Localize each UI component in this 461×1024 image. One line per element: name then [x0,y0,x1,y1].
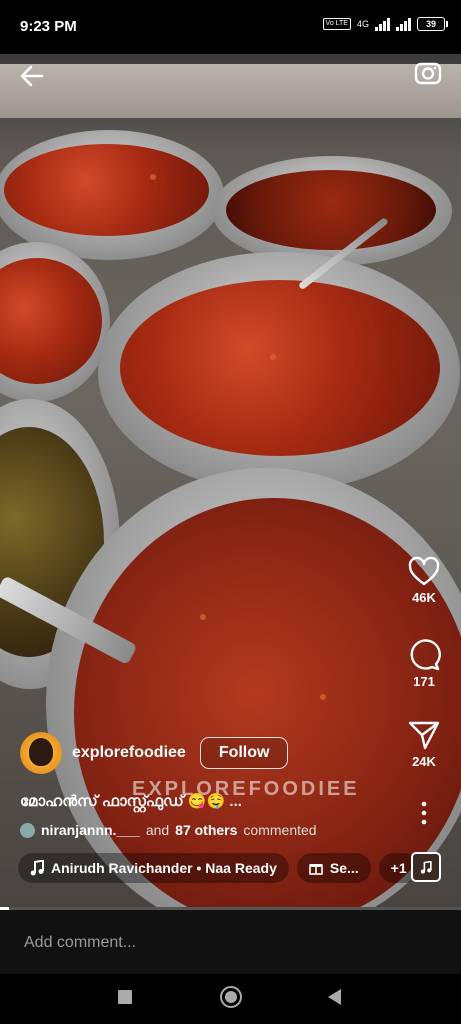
music-note-icon [30,860,44,876]
music-note-icon [420,860,432,874]
gift-chip[interactable]: Se... [296,853,371,883]
food-pot [212,156,452,266]
more-icon [421,801,427,825]
share-icon [408,721,440,750]
username[interactable]: explorefoodiee [72,744,186,762]
audio-chip[interactable]: Anirudh Ravichander • Naa Ready [18,853,289,883]
like-action[interactable]: 46K [399,556,449,605]
status-bar: 9:23 PM Vo LTE 4G 39 [0,0,461,54]
more-options-button[interactable] [399,800,449,826]
battery-icon: 39 [417,17,448,31]
reel-video[interactable]: EXPLOREFOODIEE [0,54,461,907]
back-button[interactable] [16,60,48,92]
network-type: 4G [356,19,369,29]
comment-input[interactable]: Add comment... [24,934,136,952]
camera-button[interactable] [413,58,443,88]
caption-more[interactable]: ... [229,793,242,810]
avatar[interactable] [20,732,62,774]
camera-icon [414,62,442,85]
commenter-name: niranjannn.___ [41,822,140,838]
audio-thumbnail[interactable] [411,852,441,882]
system-back-button[interactable] [328,989,341,1005]
back-arrow-icon [20,65,44,87]
comment-bar: Add comment... [0,910,461,974]
gift-icon [309,864,323,875]
comment-others: 87 others [175,822,238,838]
comment-action[interactable]: 171 [399,638,449,689]
food-pot [0,242,110,402]
commenter-avatar [20,822,35,838]
status-time: 9:23 PM [20,18,77,35]
video-background-wall [0,64,461,118]
food-pot [98,252,460,492]
audio-row: Anirudh Ravichander • Naa Ready Se... +1 [18,852,419,884]
follow-button[interactable]: Follow [199,737,289,769]
audio-label: Anirudh Ravichander • Naa Ready [51,860,277,876]
comment-suffix: commented [243,822,317,838]
post-caption[interactable]: മോഹൻസ് ഫാസ്റ്റ്ഫുഡ് 😋🤤 ... [20,792,242,810]
post-author: explorefoodiee Follow [20,732,289,774]
like-count: 46K [412,590,436,605]
signal-icon-2 [396,17,411,31]
comment-icon [410,639,441,671]
status-icons: Vo LTE 4G 39 [322,17,448,31]
comment-count: 171 [413,674,435,689]
collab-count: +1 [390,860,407,876]
caption-text: മോഹൻസ് ഫാസ്റ്റ്ഫുഡ് 😋🤤 [20,793,226,810]
comment-preview[interactable]: niranjannn.___ and 87 others commented [20,822,317,838]
heart-icon [408,556,440,586]
home-button[interactable] [220,986,242,1008]
comment-connector: and [145,822,170,838]
gift-label: Se... [329,860,359,876]
share-count: 24K [412,754,436,769]
signal-icon [375,17,390,31]
system-navigation-bar [0,974,461,1024]
recents-button[interactable] [118,990,132,1004]
food-pot [0,130,224,260]
volte-indicator: Vo LTE [322,18,351,30]
share-action[interactable]: 24K [399,718,449,769]
